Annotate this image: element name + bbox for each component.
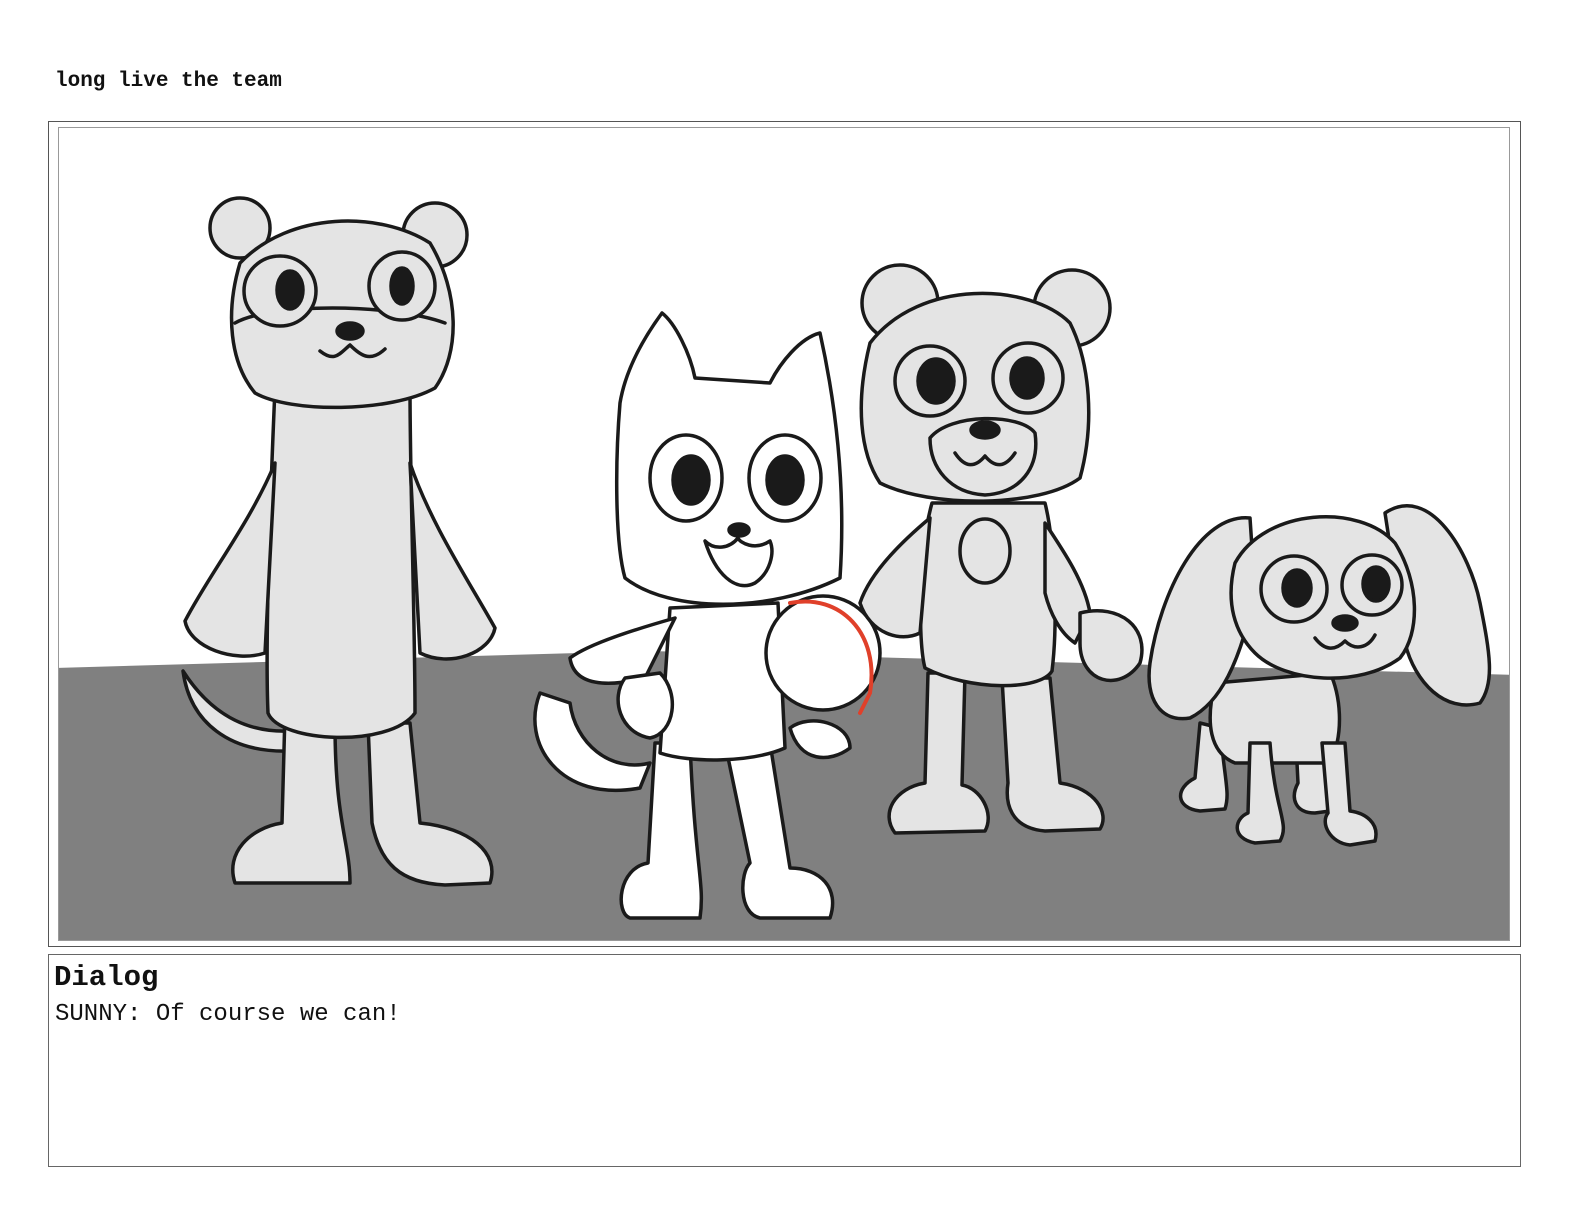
dialog-heading: Dialog	[54, 961, 159, 994]
panel-image	[58, 127, 1510, 941]
page-title: long live the team	[55, 70, 282, 93]
dialog-box: Dialog SUNNY: Of course we can!	[48, 954, 1521, 1167]
storyboard-panel	[48, 121, 1521, 947]
dialog-line: SUNNY: Of course we can!	[55, 1001, 401, 1028]
storyboard-sketch	[59, 196, 1509, 940]
